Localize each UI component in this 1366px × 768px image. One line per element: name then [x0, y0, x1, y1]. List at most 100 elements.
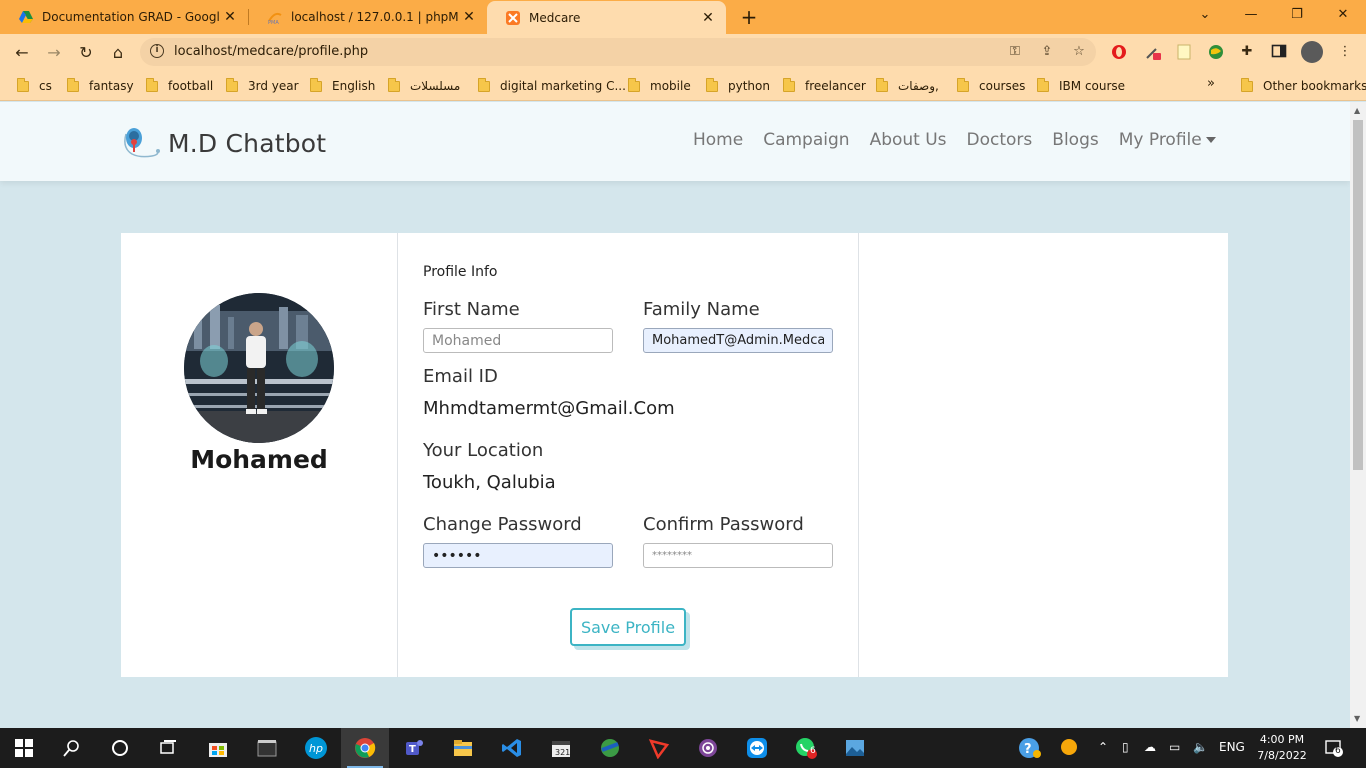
nav-about-us[interactable]: About Us: [870, 130, 947, 150]
bookmark-folder[interactable]: IBM course: [1037, 77, 1125, 95]
bookmark-folder[interactable]: mobile: [628, 77, 691, 95]
key-icon[interactable]: ⚿: [1006, 43, 1024, 61]
tor-browser-icon[interactable]: [684, 728, 732, 768]
vscode-icon[interactable]: [488, 728, 536, 768]
bookmark-folder[interactable]: 3rd year: [226, 77, 299, 95]
tab-phpmyadmin[interactable]: PMA localhost / 127.0.0.1 | phpMyAdmin ✕: [249, 0, 487, 34]
share-icon[interactable]: ⇪: [1038, 43, 1056, 61]
extensions-puzzle-icon[interactable]: ✚: [1238, 43, 1256, 61]
save-profile-button[interactable]: Save Profile: [570, 608, 686, 646]
notes-extension-icon[interactable]: [1175, 43, 1193, 61]
tab-medcare[interactable]: Medcare ✕: [487, 1, 726, 34]
bookmark-folder[interactable]: football: [146, 77, 213, 95]
bookmark-label: 3rd year: [248, 79, 299, 93]
change-password-input[interactable]: [423, 543, 613, 568]
tab-search-icon[interactable]: ⌄: [1182, 0, 1228, 30]
teams-icon[interactable]: T: [390, 728, 438, 768]
back-icon[interactable]: ←: [9, 40, 35, 66]
help-icon[interactable]: ?: [1018, 737, 1042, 762]
restore-icon[interactable]: ❐: [1274, 0, 1320, 30]
network-icon[interactable]: ▭: [1169, 740, 1180, 754]
close-tab-icon[interactable]: ✕: [220, 9, 240, 25]
address-bar[interactable]: i localhost/medcare/profile.php ⚿ ⇪ ☆: [140, 38, 1096, 66]
site-info-icon[interactable]: i: [150, 44, 164, 58]
page-scrollbar[interactable]: ▲ ▼: [1350, 102, 1366, 728]
svg-text:PMA: PMA: [268, 20, 279, 25]
microsoft-store-icon[interactable]: [194, 728, 242, 768]
nav-campaign[interactable]: Campaign: [763, 130, 849, 150]
bookmark-label: python: [728, 79, 770, 93]
more-bookmarks-icon[interactable]: »: [1207, 76, 1215, 91]
chrome-menu-icon[interactable]: ⋮: [1336, 43, 1354, 61]
close-window-icon[interactable]: ✕: [1320, 0, 1366, 30]
notifications-icon[interactable]: 6: [1324, 738, 1344, 761]
nav-my-profile[interactable]: My Profile: [1119, 130, 1216, 150]
tab-title: localhost / 127.0.0.1 | phpMyAdmin: [291, 10, 459, 24]
bookmark-folder[interactable]: وصفات,: [876, 77, 939, 95]
profile-avatar-icon[interactable]: [1301, 41, 1323, 63]
bookmark-folder[interactable]: digital marketing C...: [478, 77, 626, 95]
first-name-input[interactable]: [423, 328, 613, 353]
xampp-icon: [506, 10, 520, 25]
svg-text:T: T: [409, 744, 416, 755]
bookmark-folder[interactable]: fantasy: [67, 77, 134, 95]
scroll-up-icon[interactable]: ▲: [1354, 106, 1360, 115]
windows-start-icon[interactable]: [0, 728, 48, 768]
calendar-app-icon[interactable]: 321: [537, 728, 585, 768]
bookmark-folder[interactable]: English: [310, 77, 375, 95]
teamviewer-icon[interactable]: [733, 728, 781, 768]
internet-download-manager-icon[interactable]: [586, 728, 634, 768]
home-icon[interactable]: ⌂: [105, 40, 131, 66]
reload-icon[interactable]: ↻: [73, 40, 99, 66]
bookmark-folder[interactable]: courses: [957, 77, 1025, 95]
orange-app-tray-icon[interactable]: [1060, 738, 1078, 759]
folder-icon: [1037, 77, 1049, 92]
photos-icon[interactable]: [831, 728, 879, 768]
bookmark-folder[interactable]: freelancer: [783, 77, 866, 95]
tab-documentation[interactable]: Documentation GRAD - Google D ✕: [0, 0, 248, 34]
scrollbar-thumb[interactable]: [1353, 120, 1363, 470]
opera-extension-icon[interactable]: [1110, 43, 1128, 61]
hp-icon[interactable]: hp: [292, 728, 340, 768]
search-icon[interactable]: [48, 728, 96, 768]
file-explorer-icon[interactable]: [439, 728, 487, 768]
bookmark-star-icon[interactable]: ☆: [1070, 43, 1088, 61]
show-hidden-icons-icon[interactable]: ⌃: [1098, 740, 1108, 754]
volume-icon[interactable]: 🔈: [1193, 740, 1208, 754]
clock[interactable]: 4:00 PM 7/8/2022: [1256, 732, 1308, 764]
forward-icon[interactable]: →: [41, 40, 67, 66]
nav-blogs[interactable]: Blogs: [1052, 130, 1098, 150]
family-name-input[interactable]: [643, 328, 833, 353]
folder-icon: [706, 77, 718, 92]
language-indicator[interactable]: ENG: [1219, 740, 1245, 754]
side-panel-icon[interactable]: [1270, 43, 1288, 61]
video-editor-icon[interactable]: [243, 728, 291, 768]
nav-doctors[interactable]: Doctors: [967, 130, 1033, 150]
cortana-icon[interactable]: [96, 728, 144, 768]
svg-text:321: 321: [555, 748, 570, 757]
eyedropper-extension-icon[interactable]: [1144, 43, 1162, 61]
bookmark-folder[interactable]: python: [706, 77, 770, 95]
first-name-label: First Name: [423, 299, 520, 320]
onedrive-icon[interactable]: ☁: [1144, 740, 1156, 754]
other-bookmarks[interactable]: Other bookmarks: [1241, 77, 1366, 95]
chrome-taskbar-icon[interactable]: [341, 728, 389, 768]
anydesk-like-icon[interactable]: [635, 728, 683, 768]
task-view-icon[interactable]: [144, 728, 192, 768]
globe-extension-icon[interactable]: [1207, 43, 1225, 61]
main-nav: Home Campaign About Us Doctors Blogs My …: [693, 130, 1236, 150]
bookmark-folder[interactable]: cs: [17, 77, 52, 95]
minimize-icon[interactable]: —: [1228, 0, 1274, 30]
bookmark-label: digital marketing C...: [500, 79, 626, 93]
scroll-down-icon[interactable]: ▼: [1354, 714, 1360, 723]
new-tab-icon[interactable]: +: [738, 4, 760, 30]
chatbot-logo-icon: [124, 128, 160, 158]
bookmark-folder[interactable]: مسلسلات: [388, 77, 460, 95]
brand[interactable]: M.D Chatbot: [120, 124, 326, 162]
device-tray-icon[interactable]: ▯: [1122, 740, 1129, 754]
whatsapp-icon[interactable]: 6: [782, 728, 830, 768]
nav-home[interactable]: Home: [693, 130, 743, 150]
confirm-password-input[interactable]: [643, 543, 833, 568]
close-tab-icon[interactable]: ✕: [459, 9, 479, 25]
close-tab-icon[interactable]: ✕: [698, 10, 718, 26]
